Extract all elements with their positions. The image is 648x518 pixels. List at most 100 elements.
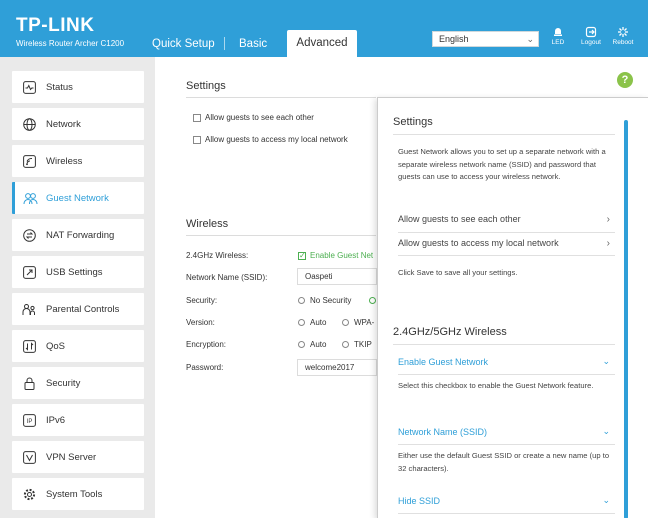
accordion-label: Enable Guest Network xyxy=(398,357,489,367)
allow-guests-see-each-other-checkbox[interactable]: Allow guests to see each other xyxy=(193,113,314,122)
chevron-down-icon: ⌄ xyxy=(602,426,610,436)
accordion-label: Network Name (SSID) xyxy=(398,427,488,437)
password-input[interactable] xyxy=(297,359,377,376)
language-select[interactable]: English ⌄ xyxy=(432,31,539,47)
reboot-icon xyxy=(618,27,628,37)
sidebar: Status Network Wireless Guest Network NA… xyxy=(0,57,155,518)
globe-icon xyxy=(12,117,46,131)
sidebar-item-label: Wireless xyxy=(46,155,83,167)
led-button[interactable]: LED xyxy=(540,26,576,46)
version-auto-radio[interactable]: Auto xyxy=(298,318,326,327)
help-divider xyxy=(398,513,615,514)
ssid-input[interactable] xyxy=(297,268,377,285)
radio-label: No Security xyxy=(310,296,352,305)
encryption-auto-radio[interactable]: Auto xyxy=(298,340,326,349)
allow-guests-local-network-checkbox[interactable]: Allow guests to access my local network xyxy=(193,135,348,144)
sidebar-item-parental-controls[interactable]: Parental Controls xyxy=(12,293,144,325)
radio-button[interactable] xyxy=(342,341,349,349)
enable-guest-network-checkbox[interactable]: ✓ Enable Guest Net xyxy=(298,251,373,260)
radio-button[interactable] xyxy=(298,297,305,305)
sidebar-item-wireless[interactable]: Wireless xyxy=(12,145,144,177)
radio-label: Auto xyxy=(310,318,327,327)
help-item-local-network[interactable]: Allow guests to access my local network … xyxy=(398,238,610,249)
section-divider xyxy=(186,97,376,98)
radio-label: TKIP xyxy=(354,340,372,349)
checkmark-icon[interactable]: ✓ xyxy=(298,251,306,260)
vpn-icon xyxy=(12,450,46,464)
help-divider xyxy=(398,444,615,445)
help-panel: Settings Guest Network allows you to set… xyxy=(377,97,648,518)
encryption-tkip-radio[interactable]: TKIP xyxy=(342,340,372,349)
sidebar-item-nat-forwarding[interactable]: NAT Forwarding xyxy=(12,219,144,251)
radio-label: WPA- xyxy=(354,318,375,327)
tab-basic[interactable]: Basic xyxy=(239,38,267,50)
help-divider xyxy=(398,374,615,375)
parental-controls-icon xyxy=(12,303,46,316)
security-no-security-radio[interactable]: No Security xyxy=(298,296,351,305)
reboot-button[interactable]: Reboot xyxy=(605,26,641,46)
help-question-icon[interactable]: ? xyxy=(617,72,633,88)
settings-section-title: Settings xyxy=(186,80,226,92)
sidebar-item-network[interactable]: Network xyxy=(12,108,144,140)
checkbox-label: Allow guests to access my local network xyxy=(205,135,348,144)
nat-forwarding-icon xyxy=(12,228,46,242)
sidebar-item-security[interactable]: Security xyxy=(12,367,144,399)
help-divider xyxy=(398,255,615,256)
guest-network-icon xyxy=(15,192,46,205)
status-icon xyxy=(12,80,46,94)
radio-button[interactable] xyxy=(298,341,305,349)
tab-quick-setup[interactable]: Quick Setup xyxy=(152,38,215,50)
language-value: English xyxy=(439,34,469,44)
sidebar-item-ipv6[interactable]: IP IPv6 xyxy=(12,404,144,436)
gear-icon xyxy=(12,488,46,501)
help-item-label: Allow guests to access my local network xyxy=(398,238,559,248)
help-scrollbar[interactable] xyxy=(624,120,628,518)
version-wpa-radio[interactable]: WPA- xyxy=(342,318,374,327)
version-label: Version: xyxy=(186,318,215,327)
security-label: Security: xyxy=(186,296,218,305)
encryption-label: Encryption: xyxy=(186,340,227,349)
sidebar-item-guest-network[interactable]: Guest Network xyxy=(12,182,144,214)
chevron-down-icon: ⌄ xyxy=(602,356,610,366)
accordion-description: Select this checkbox to enable the Guest… xyxy=(398,381,594,390)
reboot-label: Reboot xyxy=(612,39,634,46)
help-accordion-hide-ssid[interactable]: Hide SSID ⌄ xyxy=(398,495,610,506)
sidebar-item-label: VPN Server xyxy=(46,451,97,463)
radio-button[interactable] xyxy=(298,319,305,327)
sidebar-item-label: USB Settings xyxy=(46,266,103,278)
wireless-icon xyxy=(12,154,46,168)
sidebar-item-label: IPv6 xyxy=(46,414,66,426)
help-settings-title: Settings xyxy=(393,116,433,128)
logout-label: Logout xyxy=(581,39,601,46)
ipv6-icon: IP xyxy=(12,413,46,427)
help-item-see-each-other[interactable]: Allow guests to see each other › xyxy=(398,214,610,225)
checkbox-box[interactable] xyxy=(193,135,201,144)
chevron-down-icon: ⌄ xyxy=(526,34,534,44)
checkbox-box[interactable] xyxy=(193,113,201,122)
sidebar-item-system-tools[interactable]: System Tools xyxy=(12,478,144,510)
sidebar-item-label: Status xyxy=(46,81,73,93)
led-icon xyxy=(554,28,562,36)
sidebar-item-vpn-server[interactable]: VPN Server xyxy=(12,441,144,473)
password-label: Password: xyxy=(186,363,224,372)
radio-button[interactable] xyxy=(369,297,376,305)
chevron-right-icon: › xyxy=(606,214,610,225)
chevron-right-icon: › xyxy=(606,238,610,249)
band-label: 2.4GHz Wireless: xyxy=(186,251,249,260)
sidebar-item-usb-settings[interactable]: USB Settings xyxy=(12,256,144,288)
logout-button[interactable]: Logout xyxy=(573,26,609,46)
help-save-note: Click Save to save all your settings. xyxy=(398,268,518,277)
radio-button[interactable] xyxy=(342,319,349,327)
sidebar-item-qos[interactable]: QoS xyxy=(12,330,144,362)
sidebar-item-status[interactable]: Status xyxy=(12,71,144,103)
help-item-label: Allow guests to see each other xyxy=(398,214,521,224)
tab-advanced[interactable]: Advanced xyxy=(287,30,357,57)
help-accordion-enable-guest-network[interactable]: Enable Guest Network ⌄ xyxy=(398,356,610,367)
help-accordion-network-name[interactable]: Network Name (SSID) ⌄ xyxy=(398,426,610,437)
accordion-label: Hide SSID xyxy=(398,496,441,506)
sidebar-item-label: Guest Network xyxy=(46,192,109,204)
checkbox-label: Allow guests to see each other xyxy=(205,113,314,122)
ssid-label: Network Name (SSID): xyxy=(186,273,268,282)
sidebar-item-label: System Tools xyxy=(46,488,103,500)
led-label: LED xyxy=(551,39,565,46)
